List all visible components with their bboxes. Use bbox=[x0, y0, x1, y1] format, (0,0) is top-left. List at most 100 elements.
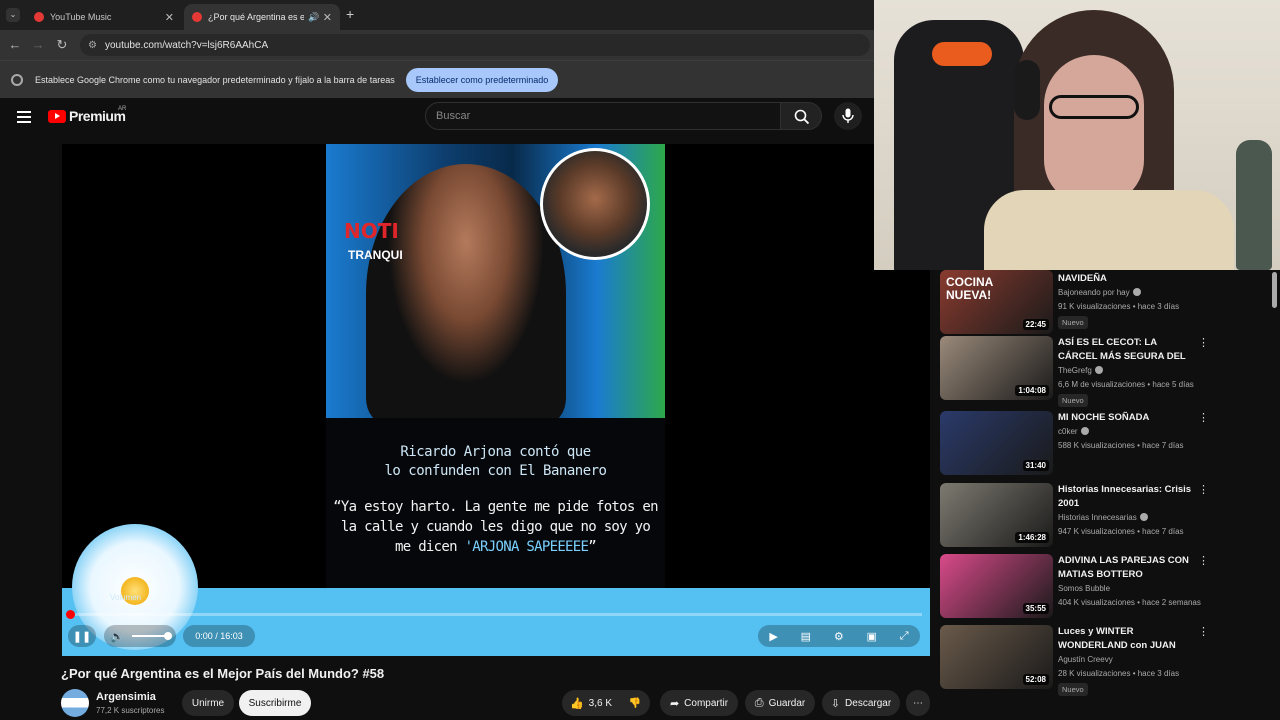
recommendation-channel[interactable]: TheGrefg bbox=[1058, 366, 1103, 375]
close-tab-icon[interactable]: ✕ bbox=[165, 11, 174, 24]
new-badge: Nuevo bbox=[1058, 316, 1088, 329]
more-vertical-icon[interactable]: ⋮ bbox=[1198, 411, 1209, 424]
settings-gear-icon[interactable]: ⚙ bbox=[834, 630, 844, 643]
caption-line: Ricardo Arjona contó que bbox=[400, 444, 591, 460]
tab-current-video[interactable]: ¿Por qué Argentina es el M 🔊 ✕ bbox=[184, 4, 340, 30]
more-actions-button[interactable]: ⋯ bbox=[906, 690, 930, 716]
volume-control[interactable]: 🔈 bbox=[104, 625, 176, 647]
time-display: 0:00 / 16:03 bbox=[183, 625, 255, 647]
recommendation-title[interactable]: Luces y WINTER WONDERLAND con JUAN GONZÁ… bbox=[1058, 625, 1196, 653]
progress-bar[interactable] bbox=[66, 610, 922, 619]
forward-icon[interactable]: → bbox=[30, 37, 46, 52]
recommendation-title[interactable]: ASÍ ES EL CECOT: LA CÁRCEL MÁS SEGURA DE… bbox=[1058, 336, 1196, 364]
video-duration: 31:40 bbox=[1022, 460, 1049, 471]
dislike-button[interactable]: 👎 bbox=[620, 690, 650, 716]
pause-icon: ❚❚ bbox=[72, 630, 92, 643]
channel-label: Agustín Creevy bbox=[1058, 655, 1113, 664]
recommendation-channel[interactable]: Somos Bubble bbox=[1058, 584, 1110, 593]
like-button[interactable]: 👍 3,6 K bbox=[562, 690, 620, 716]
audio-playing-icon[interactable]: 🔊 bbox=[308, 12, 319, 23]
channel-name[interactable]: Argensimia bbox=[96, 691, 156, 703]
video-duration: 1:04:08 bbox=[1015, 385, 1049, 396]
search-button[interactable] bbox=[780, 102, 822, 130]
new-badge: Nuevo bbox=[1058, 683, 1088, 696]
tab-title: ¿Por qué Argentina es el M bbox=[208, 12, 304, 22]
video-thumbnail[interactable]: 31:40 bbox=[940, 411, 1053, 475]
browser-toolbar: ← → ↻ ⚙ youtube.com/watch?v=lsj6R6AAhCA bbox=[0, 30, 874, 60]
new-tab-button[interactable]: + bbox=[346, 6, 354, 22]
volume-tooltip: Volumen bbox=[110, 593, 142, 602]
subtitles-icon[interactable]: ▤ bbox=[801, 630, 811, 643]
hamburger-menu-icon[interactable] bbox=[17, 111, 31, 126]
voice-search-button[interactable] bbox=[834, 102, 862, 130]
video-thumbnail[interactable]: 1:46:28 bbox=[940, 483, 1053, 547]
tab-youtube-music[interactable]: YouTube Music ✕ bbox=[26, 4, 182, 30]
scrubber-handle[interactable] bbox=[66, 610, 75, 619]
more-vertical-icon[interactable]: ⋮ bbox=[1198, 554, 1209, 567]
recommendation-item[interactable]: 31:40 MI NOCHE SOÑADA c0ker 588 K visualiza… bbox=[940, 411, 1260, 479]
channel-avatar[interactable] bbox=[61, 689, 89, 717]
channel-label: c0ker bbox=[1058, 427, 1078, 436]
recommendation-title[interactable]: ADIVINA LAS PAREJAS CON MATIAS BOTTERO bbox=[1058, 554, 1196, 582]
recommendation-channel[interactable]: Historias Innecesarias bbox=[1058, 513, 1148, 522]
video-thumbnail[interactable]: 1:04:08 bbox=[940, 336, 1053, 400]
recommendation-item[interactable]: 1:04:08 ASÍ ES EL CECOT: LA CÁRCEL MÁS SE… bbox=[940, 336, 1260, 407]
video-caption-panel: Ricardo Arjona contó que lo confunden co… bbox=[326, 418, 665, 588]
share-button[interactable]: ➦ Compartir bbox=[660, 690, 738, 716]
channel-label: Historias Innecesarias bbox=[1058, 513, 1137, 522]
recommendation-title[interactable]: Historias Innecesarias: Crisis 2001 bbox=[1058, 483, 1196, 511]
autoplay-toggle-icon[interactable]: ▶ bbox=[769, 630, 777, 643]
set-default-button[interactable]: Establecer como predeterminado bbox=[405, 67, 559, 92]
recommendation-channel[interactable]: c0ker bbox=[1058, 427, 1089, 436]
video-thumbnail[interactable]: COCINA NUEVA! 22:45 bbox=[940, 270, 1053, 334]
thermos-bottle bbox=[1236, 140, 1272, 270]
sidebar-scrollbar[interactable] bbox=[1272, 272, 1277, 308]
video-duration: 52:08 bbox=[1022, 674, 1049, 685]
microphone-icon bbox=[842, 108, 854, 123]
back-icon[interactable]: ← bbox=[7, 37, 23, 52]
video-title: ¿Por qué Argentina es el Mejor País del … bbox=[61, 666, 385, 681]
recommendation-title[interactable]: MI NOCHE SOÑADA bbox=[1058, 411, 1196, 425]
reload-icon[interactable]: ↻ bbox=[54, 37, 70, 53]
more-horizontal-icon: ⋯ bbox=[913, 697, 923, 709]
share-arrow-icon: ➦ bbox=[669, 697, 680, 710]
verified-icon bbox=[1139, 513, 1148, 521]
recommendation-item[interactable]: COCINA NUEVA! 22:45 NAVIDEÑA Bajoneando por… bbox=[940, 270, 1260, 338]
youtube-music-icon bbox=[34, 12, 44, 22]
address-bar[interactable]: ⚙ youtube.com/watch?v=lsj6R6AAhCA bbox=[80, 34, 870, 56]
download-button[interactable]: ⇩ Descargar bbox=[822, 690, 900, 716]
video-thumbnail[interactable]: 52:08 bbox=[940, 625, 1053, 689]
quote-line: me dicen 'ARJONA SAPEEEEE” bbox=[326, 537, 665, 557]
recommendation-item[interactable]: 52:08 Luces y WINTER WONDERLAND con JUAN … bbox=[940, 625, 1260, 696]
miniplayer-icon[interactable]: ▣ bbox=[867, 630, 877, 643]
pause-button[interactable]: ❚❚ bbox=[68, 625, 96, 647]
quote-prefix: me dicen bbox=[395, 539, 465, 555]
subscribe-button[interactable]: Suscribirme bbox=[239, 690, 311, 716]
thumbs-down-icon: 👎 bbox=[628, 697, 642, 709]
recommendation-channel[interactable]: Agustín Creevy bbox=[1058, 655, 1113, 664]
close-tab-icon[interactable]: ✕ bbox=[323, 11, 332, 24]
recommendation-title[interactable]: NAVIDEÑA bbox=[1058, 272, 1196, 286]
recommendation-item[interactable]: 1:46:28 Historias Innecesarias: Crisis 20… bbox=[940, 483, 1260, 551]
recommendation-channel[interactable]: Bajoneando por hay bbox=[1058, 288, 1141, 297]
site-info-icon[interactable]: ⚙ bbox=[88, 40, 97, 51]
volume-icon[interactable]: 🔈 bbox=[110, 630, 124, 643]
volume-slider[interactable] bbox=[131, 632, 172, 640]
save-button[interactable]: ⎙ Guardar bbox=[745, 690, 815, 716]
video-thumbnail[interactable]: 35:55 bbox=[940, 554, 1053, 618]
join-button[interactable]: Unirme bbox=[182, 690, 234, 716]
volume-knob[interactable] bbox=[163, 632, 172, 640]
quote-line: la calle y cuando les digo que no soy yo bbox=[340, 519, 651, 535]
search-input[interactable]: Buscar bbox=[425, 102, 781, 130]
url-text: youtube.com/watch?v=lsj6R6AAhCA bbox=[104, 39, 269, 51]
video-person bbox=[366, 164, 566, 418]
tab-search-button[interactable]: ⌄ bbox=[6, 8, 20, 22]
download-label: Descargar bbox=[845, 697, 892, 709]
fullscreen-icon[interactable]: ⤢ bbox=[900, 630, 909, 643]
more-vertical-icon[interactable]: ⋮ bbox=[1198, 483, 1209, 496]
more-vertical-icon[interactable]: ⋮ bbox=[1198, 625, 1209, 638]
more-vertical-icon[interactable]: ⋮ bbox=[1198, 336, 1209, 349]
video-duration: 35:55 bbox=[1022, 603, 1049, 614]
youtube-premium-logo[interactable]: Premium AR bbox=[48, 106, 126, 124]
recommendation-item[interactable]: 35:55 ADIVINA LAS PAREJAS CON MATIAS BOTT… bbox=[940, 554, 1260, 622]
